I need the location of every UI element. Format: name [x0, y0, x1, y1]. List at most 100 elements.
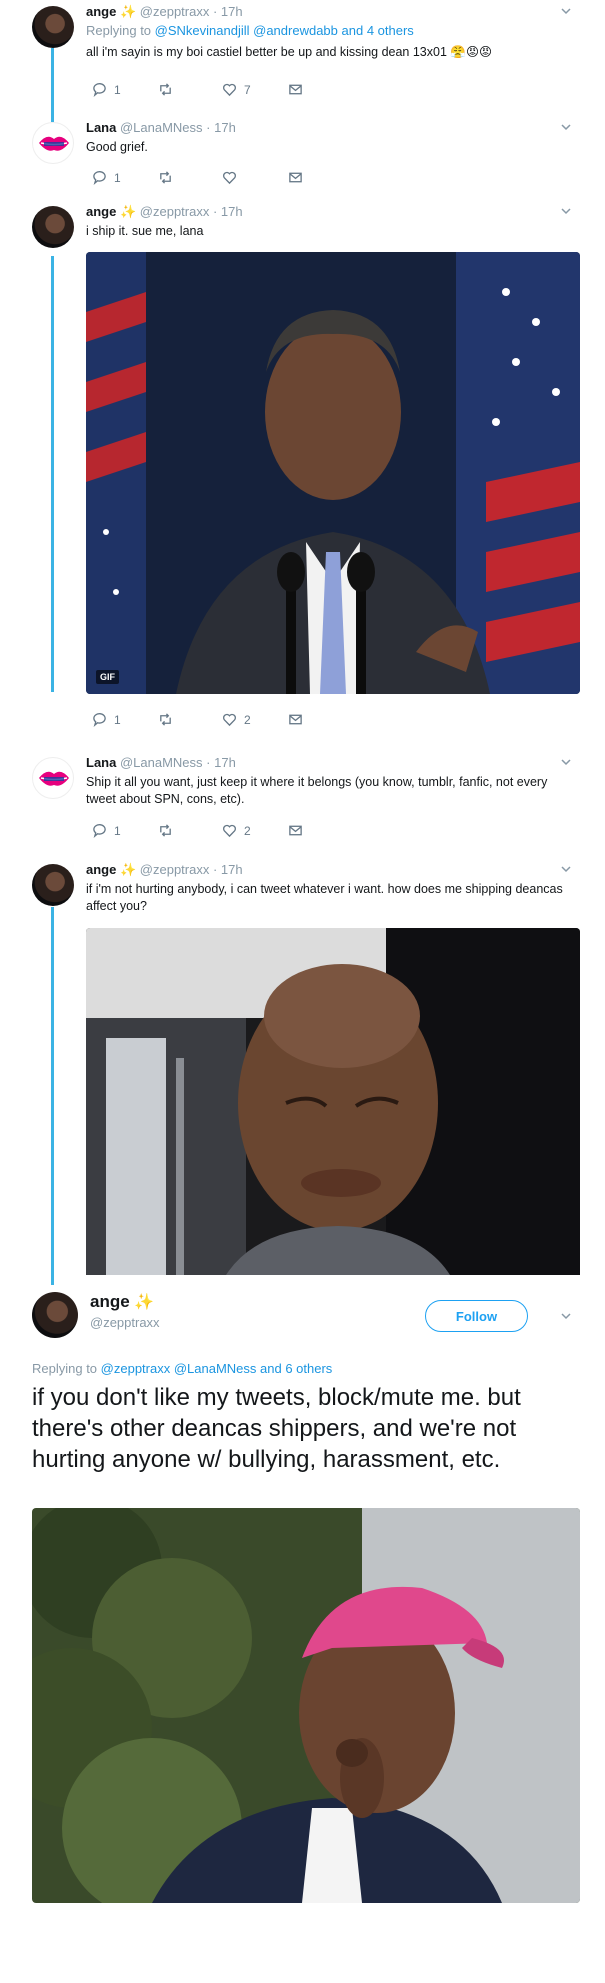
like-button[interactable]: 2	[222, 823, 251, 838]
display-name[interactable]: Lana	[86, 120, 116, 135]
reply-count: 1	[114, 712, 121, 727]
reply-context: Replying to @zepptraxx @LanaMNess and 6 …	[32, 1361, 332, 1376]
reply-icon	[93, 713, 106, 727]
display-name[interactable]: ange	[86, 4, 116, 19]
timestamp[interactable]: 17h	[214, 755, 236, 770]
like-icon	[223, 824, 236, 838]
chevron-down-icon[interactable]	[559, 1309, 573, 1323]
avatar[interactable]	[32, 864, 74, 906]
timestamp[interactable]: 17h	[221, 4, 243, 19]
avatar[interactable]	[32, 122, 74, 164]
tweet[interactable]: ange ✨ @zepptraxx · 17h if i'm not hurti…	[0, 860, 605, 1285]
reply-count: 1	[114, 823, 121, 838]
retweet-button[interactable]	[158, 170, 180, 185]
chevron-down-icon[interactable]	[559, 4, 573, 18]
reply-icon	[93, 83, 106, 97]
reply-button[interactable]: 1	[92, 712, 121, 727]
gif-image	[32, 1508, 580, 1903]
tweet[interactable]: ange ✨ @zepptraxx · 17h Replying to @SNk…	[0, 0, 605, 118]
tweet-actions: 1 2	[92, 823, 352, 841]
avatar[interactable]	[32, 6, 74, 48]
chevron-down-icon[interactable]	[559, 755, 573, 769]
reply-others[interactable]: and 6 others	[260, 1361, 332, 1376]
like-icon	[223, 713, 236, 727]
dm-icon	[289, 84, 302, 95]
tweet-actions: 1	[92, 170, 352, 188]
reply-count: 1	[114, 82, 121, 97]
sparkle-icon: ✨	[134, 1294, 155, 1311]
dm-button[interactable]	[288, 82, 303, 97]
handle[interactable]: @zepptraxx	[140, 862, 210, 877]
sparkle-icon: ✨	[119, 204, 137, 219]
gif-media[interactable]: GIF	[86, 252, 580, 694]
display-name[interactable]: ange	[86, 862, 116, 877]
reply-prefix: Replying to	[32, 1361, 98, 1376]
reply-mentions[interactable]: @SNkevinandjill @andrewdabb	[155, 23, 338, 38]
reply-count: 1	[114, 170, 121, 185]
reply-button[interactable]: 1	[92, 82, 121, 97]
reply-icon	[93, 171, 106, 185]
handle[interactable]: @LanaMNess	[120, 120, 203, 135]
tweet[interactable]: Lana @LanaMNess · 17h Good grief. 1	[0, 118, 605, 200]
like-count: 7	[244, 82, 251, 97]
timestamp[interactable]: 17h	[221, 204, 243, 219]
tweet-text: all i'm sayin is my boi castiel better b…	[86, 45, 447, 59]
retweet-icon	[160, 824, 171, 837]
gif-media[interactable]	[32, 1508, 580, 1903]
handle[interactable]: @zepptraxx	[140, 204, 210, 219]
retweet-icon	[160, 713, 171, 726]
tweet-actions: 1 7	[92, 82, 352, 100]
retweet-button[interactable]	[158, 712, 180, 727]
display-name[interactable]: ange	[90, 1292, 130, 1311]
timestamp[interactable]: 17h	[214, 120, 236, 135]
gif-badge: GIF	[96, 670, 119, 684]
follow-button[interactable]: Follow	[425, 1300, 528, 1332]
display-name[interactable]: Lana	[86, 755, 116, 770]
chevron-down-icon[interactable]	[559, 120, 573, 134]
retweet-button[interactable]	[158, 823, 180, 838]
chevron-down-icon[interactable]	[559, 862, 573, 876]
reply-button[interactable]: 1	[92, 170, 121, 185]
like-button[interactable]: 7	[222, 82, 251, 97]
retweet-button[interactable]	[158, 82, 180, 97]
avatar[interactable]	[32, 206, 74, 248]
emoji: 😤😡😡	[450, 45, 493, 59]
reply-icon	[93, 824, 106, 838]
reply-button[interactable]: 1	[92, 823, 121, 838]
handle[interactable]: @zepptraxx	[140, 4, 210, 19]
handle[interactable]: @LanaMNess	[120, 755, 203, 770]
handle[interactable]: @zepptraxx	[90, 1315, 160, 1330]
dm-button[interactable]	[288, 823, 303, 838]
tweet[interactable]: Lana @LanaMNess · 17h Ship it all you wa…	[0, 755, 605, 855]
avatar[interactable]	[32, 1292, 78, 1338]
tweet-text: i ship it. sue me, lana	[86, 224, 204, 238]
lips-logo	[39, 136, 69, 151]
dm-icon	[289, 714, 302, 725]
like-button[interactable]: 2	[222, 712, 251, 727]
dm-button[interactable]	[288, 712, 303, 727]
like-count: 2	[244, 823, 251, 838]
like-button[interactable]	[222, 170, 244, 185]
reply-context: Replying to @SNkevinandjill @andrewdabb …	[86, 23, 565, 38]
like-icon	[223, 171, 236, 185]
like-icon	[223, 83, 236, 97]
tweet-text: Good grief.	[86, 140, 148, 154]
reply-others[interactable]: and 4 others	[342, 23, 414, 38]
lips-logo	[39, 771, 69, 786]
like-count: 2	[244, 712, 251, 727]
dm-icon	[289, 172, 302, 183]
gif-media[interactable]	[86, 928, 580, 1275]
dm-button[interactable]	[288, 170, 303, 185]
reply-mentions[interactable]: @zepptraxx @LanaMNess	[101, 1361, 257, 1376]
display-name[interactable]: ange	[86, 204, 116, 219]
chevron-down-icon[interactable]	[559, 204, 573, 218]
dm-icon	[289, 825, 302, 836]
avatar[interactable]	[32, 757, 74, 799]
tweet-text: Ship it all you want, just keep it where…	[86, 775, 548, 806]
timestamp[interactable]: 17h	[221, 862, 243, 877]
main-tweet[interactable]: ange ✨ @zepptraxx Follow Replying to @ze…	[0, 1290, 605, 1983]
tweet[interactable]: ange ✨ @zepptraxx · 17h i ship it. sue m…	[0, 200, 605, 745]
retweet-icon	[160, 83, 171, 96]
tweet-text: if i'm not hurting anybody, i can tweet …	[86, 882, 563, 913]
gif-image	[86, 252, 580, 694]
